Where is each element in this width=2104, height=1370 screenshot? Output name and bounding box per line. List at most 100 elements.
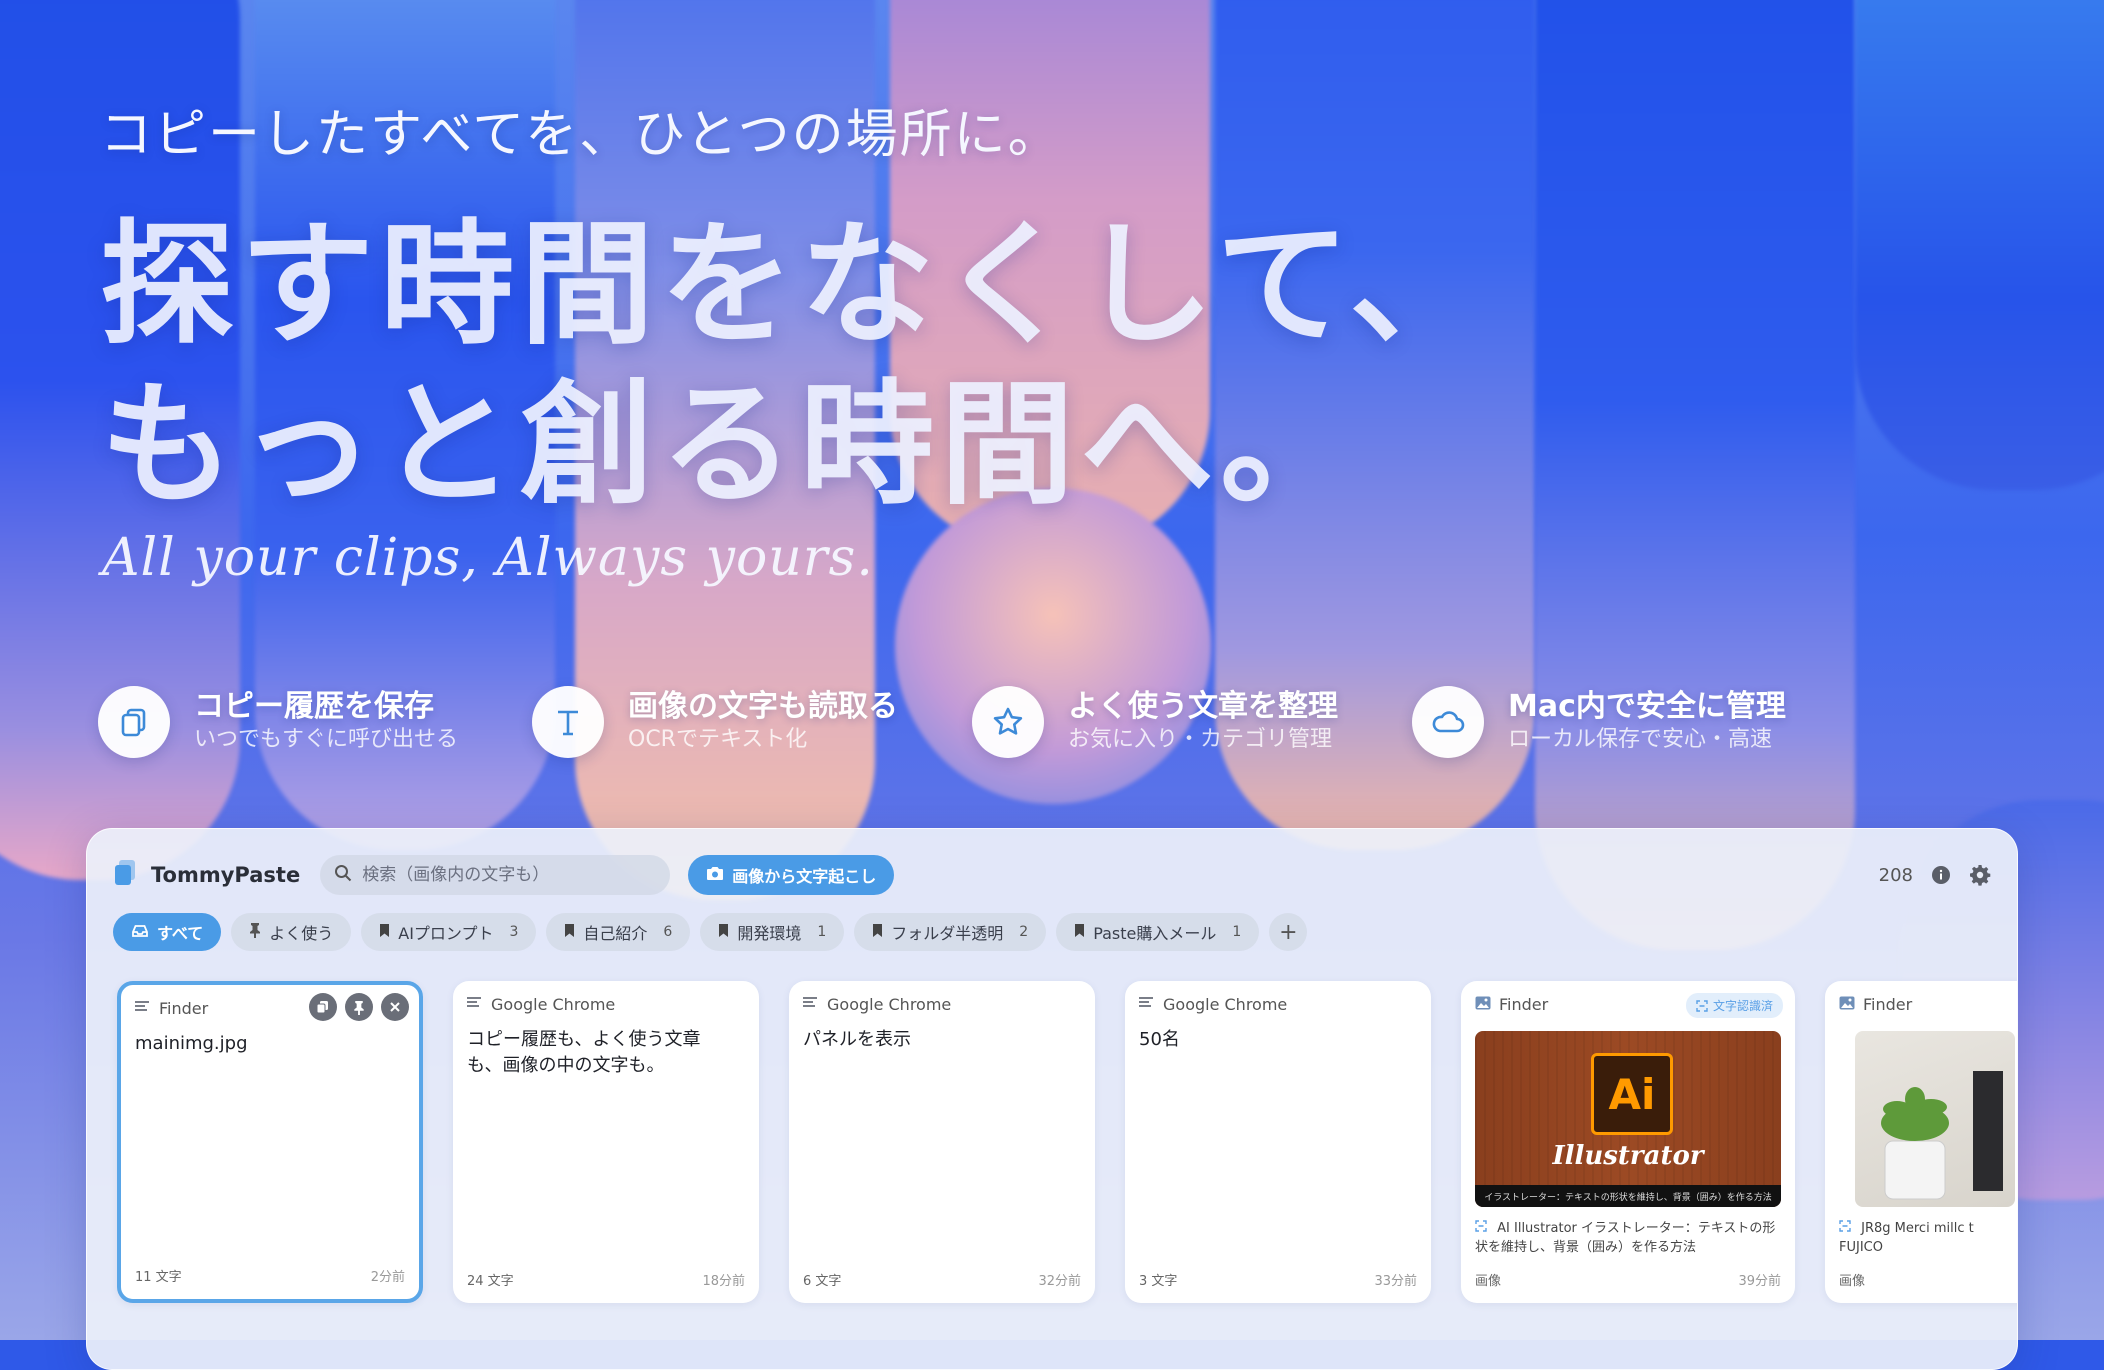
search-input[interactable]	[360, 864, 657, 886]
gear-icon[interactable]	[1969, 864, 1991, 886]
scan-text-icon	[1475, 1219, 1487, 1238]
ocr-done-label: 文字認識済	[1712, 999, 1773, 1013]
feature-ocr: 画像の文字も読取る OCRでテキスト化	[532, 684, 898, 760]
bookmark-icon	[1074, 923, 1093, 942]
clip-source-label: Google Chrome	[491, 995, 616, 1014]
hero: コピーしたすべてを、ひとつの場所に。 探す時間をなくして、 もっと創る時間へ。 …	[0, 0, 2104, 830]
tab-label: フォルダ半透明	[891, 924, 1004, 943]
tab-dev-env[interactable]: 開発環境 1	[700, 913, 845, 951]
clip-card-image[interactable]: Finder 文字認識済 Ai Illustrator イラストレーター：テキス…	[1461, 981, 1795, 1303]
clip-card[interactable]: Google Chrome パネルを表示 6 文字 32分前	[789, 981, 1095, 1303]
tab-label: よく使う	[269, 924, 334, 943]
tab-count: 3	[509, 924, 519, 940]
clip-time: 33分前	[1374, 1274, 1417, 1289]
bookmark-icon	[718, 923, 737, 942]
clip-source-label: Google Chrome	[1163, 995, 1288, 1014]
clip-actions	[301, 993, 409, 1021]
hero-tagline: All your clips, Always yours.	[102, 528, 874, 588]
clip-content: mainimg.jpg	[135, 1033, 248, 1054]
star-icon	[972, 686, 1044, 758]
copy-action-icon[interactable]	[309, 993, 337, 1021]
tab-paste-purchase-mail[interactable]: Paste購入メール 1	[1056, 913, 1260, 951]
app-topbar: TommyPaste 画像から文字起こし 208	[113, 853, 1991, 897]
tab-count: 1	[1232, 924, 1242, 940]
app-name: TommyPaste	[151, 863, 301, 887]
pin-icon	[249, 922, 269, 942]
pin-action-icon[interactable]	[345, 993, 373, 1021]
text-doc-icon	[1139, 995, 1163, 1014]
text-t-icon	[532, 686, 604, 758]
info-icon[interactable]	[1931, 865, 1951, 885]
tab-label: 自己紹介	[583, 924, 648, 943]
clip-card-image[interactable]: Finder JR8g Merci millc t FUJICO 画像	[1825, 981, 2017, 1303]
image-thumbnail: Ai Illustrator イラストレーター：テキストの形状を維持し、背景（囲…	[1475, 1031, 1781, 1207]
category-tabs: すべて よく使う AIプロンプト 3 自己紹介 6 開発環境 1 フォルダ半透明…	[113, 913, 1317, 951]
tab-label: すべて	[157, 924, 204, 943]
tab-folder-translucent[interactable]: フォルダ半透明 2	[854, 913, 1047, 951]
image-icon	[1475, 995, 1499, 1014]
clip-card[interactable]: Finder mainimg.jpg 11 文字 2分前	[117, 981, 423, 1303]
tray-icon	[131, 923, 157, 942]
clip-kind: 画像	[1475, 1274, 1502, 1289]
clip-char-count: 11 文字	[135, 1270, 182, 1285]
ocr-button[interactable]: 画像から文字起こし	[688, 855, 895, 895]
bookmark-icon	[379, 923, 398, 942]
tab-all[interactable]: すべて	[113, 913, 222, 951]
clip-ocr-text: JR8g Merci millc t FUJICO	[1839, 1221, 1974, 1255]
text-doc-icon	[803, 995, 827, 1014]
topbar-right: 208	[1879, 864, 1991, 886]
feature-title: コピー履歴を保存	[194, 689, 434, 724]
clip-ocr-caption: AI Illustrator イラストレーター：テキストの形状を維持し、背景（囲…	[1475, 1219, 1781, 1257]
add-tab-button[interactable]: +	[1269, 913, 1308, 951]
search-box[interactable]	[320, 855, 671, 895]
tab-count: 1	[817, 924, 827, 940]
tab-label: Paste購入メール	[1093, 924, 1217, 943]
clip-source: Google Chrome	[467, 995, 615, 1014]
clip-source-label: Google Chrome	[827, 995, 952, 1014]
feature-subtitle: いつでもすぐに呼び出せる	[194, 727, 459, 752]
bookmark-icon	[564, 923, 583, 942]
clip-card[interactable]: Google Chrome 50名 3 文字 33分前	[1125, 981, 1431, 1303]
clip-card[interactable]: Google Chrome コピー履歴も、よく使う文章も、画像の中の文字も。 2…	[453, 981, 759, 1303]
clip-list: Finder mainimg.jpg 11 文字 2分前 Google Chro…	[117, 981, 2017, 1303]
feature-secure: Mac内で安全に管理 ローカル保存で安心・高速	[1412, 684, 1786, 760]
clip-source: Finder	[135, 999, 208, 1018]
clip-source-label: Finder	[159, 999, 209, 1018]
feature-subtitle: OCRでテキスト化	[628, 727, 808, 752]
hero-eyebrow: コピーしたすべてを、ひとつの場所に。	[100, 105, 1062, 165]
feature-title: 画像の文字も読取る	[628, 689, 898, 724]
tab-ai-prompts[interactable]: AIプロンプト 3	[361, 913, 537, 951]
scan-text-icon	[1696, 999, 1708, 1012]
app-panel: TommyPaste 画像から文字起こし 208 すべて	[86, 828, 2018, 1370]
illustrator-logo: Ai	[1591, 1053, 1673, 1135]
feature-title: よく使う文章を整理	[1068, 689, 1338, 724]
clip-time: 18分前	[702, 1274, 745, 1289]
clip-char-count: 24 文字	[467, 1274, 514, 1289]
ocr-button-label: 画像から文字起こし	[732, 867, 877, 886]
bookmark-icon	[872, 923, 891, 942]
text-doc-icon	[467, 995, 491, 1014]
clip-ocr-text: AI Illustrator イラストレーター：テキストの形状を維持し、背景（囲…	[1475, 1221, 1776, 1255]
feature-title: Mac内で安全に管理	[1508, 689, 1786, 724]
feature-organize: よく使う文章を整理 お気に入り・カテゴリ管理	[972, 684, 1338, 760]
thumbnail-caption-bar: イラストレーター：テキストの形状を維持し、背景（囲み）を作る方法	[1475, 1185, 1781, 1207]
camera-icon	[706, 865, 732, 885]
image-thumbnail	[1855, 1031, 2015, 1207]
tab-self-intro[interactable]: 自己紹介 6	[546, 913, 691, 951]
clip-time: 39分前	[1738, 1274, 1781, 1289]
clip-time: 32分前	[1038, 1274, 1081, 1289]
image-icon	[1839, 995, 1863, 1014]
tab-favorites[interactable]: よく使う	[231, 913, 352, 951]
scan-text-icon	[1839, 1219, 1851, 1238]
clip-content: パネルを表示	[803, 1029, 911, 1050]
copy-icon	[98, 686, 170, 758]
clip-source: Finder	[1839, 995, 1912, 1014]
clip-source: Finder	[1475, 995, 1548, 1014]
feature-subtitle: お気に入り・カテゴリ管理	[1068, 727, 1333, 752]
clip-kind: 画像	[1839, 1274, 1866, 1289]
search-icon	[334, 864, 352, 886]
close-icon[interactable]	[381, 993, 409, 1021]
feature-copy-history: コピー履歴を保存 いつでもすぐに呼び出せる	[98, 684, 458, 760]
clip-time: 2分前	[370, 1270, 405, 1285]
clip-source-label: Finder	[1499, 995, 1549, 1014]
